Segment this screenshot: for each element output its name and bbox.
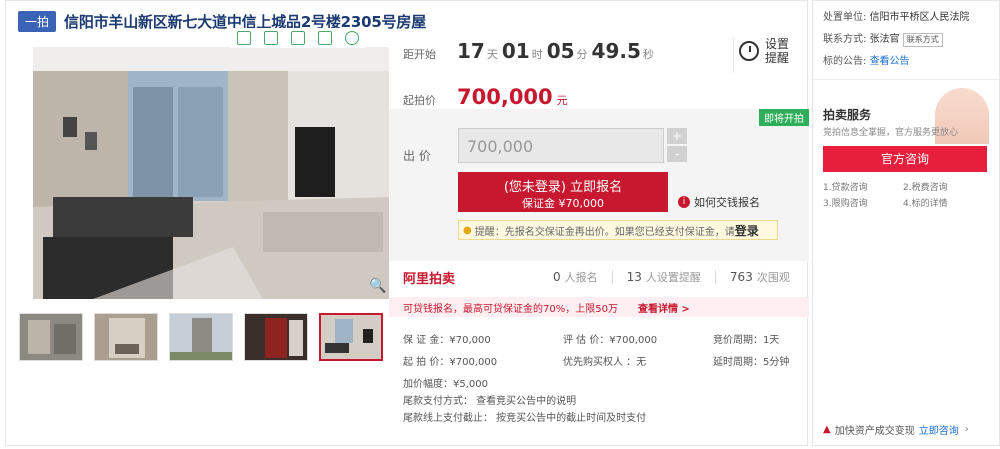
contact-label: 联系方式: xyxy=(823,34,867,45)
thumbnail-item[interactable] xyxy=(169,313,233,361)
ali-auction-logo: 阿里拍卖 xyxy=(403,271,456,287)
increment-info: 加价幅度：¥5,000 xyxy=(403,378,488,390)
divider xyxy=(611,270,613,284)
service-title: 拍卖服务 xyxy=(823,108,872,122)
auction-info: 保 证 金：¥70,000 评 估 价：¥700,000 竞价周期：1天 起 拍… xyxy=(403,327,809,427)
start-price: 起拍价 700,000 元 xyxy=(389,85,568,109)
chevron-right-icon[interactable]: › xyxy=(965,424,969,435)
contact-button[interactable]: 联系方式 xyxy=(902,33,943,47)
notice-link[interactable]: 查看公告 xyxy=(870,56,910,67)
loan-text: 可贷钱报名，最高可贷保证金的70%，上限50万 xyxy=(403,303,618,315)
main-photo[interactable] xyxy=(33,47,389,299)
countdown-minutes: 05 xyxy=(546,39,575,63)
start-price-label: 起拍价 xyxy=(403,94,436,107)
appraisal-info: 评 估 价：¥700,000 xyxy=(563,334,658,346)
unit-label: 处置单位: xyxy=(823,12,867,23)
property-details-link[interactable]: 4.标的详情 xyxy=(903,196,983,212)
reminder-count-label: 人设置提醒 xyxy=(645,271,701,284)
contact-name: 张法官 xyxy=(869,34,900,45)
register-button[interactable]: (您未登录) 立即报名 保证金 ¥70,000 xyxy=(458,172,668,212)
reminder-count: 13 xyxy=(626,270,642,284)
speed-consult-link[interactable]: 立即咨询 xyxy=(919,422,959,437)
set-reminder-button[interactable]: 设置提醒 xyxy=(739,37,793,65)
hours-unit: 时 xyxy=(531,48,543,61)
increase-bid-button[interactable]: + xyxy=(667,128,687,144)
status-badge: 即将开拍 xyxy=(759,109,809,126)
alarm-clock-icon xyxy=(739,41,759,61)
tax-consult-link[interactable]: 2.税费咨询 xyxy=(903,180,983,196)
fullscreen-icon[interactable] xyxy=(263,31,278,45)
start-price-value: 700,000 xyxy=(457,85,553,109)
lightbulb-icon: ● xyxy=(463,224,472,236)
bid-box: 即将开拍 出 价 700,000 + - (您未登录) 立即报名 保证金 ¥70… xyxy=(389,109,809,261)
payment-info: 尾款支付方式： 查看竞买公告中的说明 xyxy=(403,396,577,407)
divider xyxy=(714,270,716,284)
login-tip: ● 提醒：先报名交保证金再出价。如果您已经支付保证金，请 登录 xyxy=(458,220,778,240)
decrease-bid-button[interactable]: - xyxy=(667,146,687,162)
countdown: 距开始 17 天 01 时 05 分 49.5 秒 xyxy=(389,39,658,79)
notice-label: 标的公告: xyxy=(823,56,867,67)
share-icon[interactable] xyxy=(318,31,333,45)
cycle-info: 竞价周期：1天 xyxy=(713,334,780,346)
deposit-label: 保证金 ¥70,000 xyxy=(522,197,604,210)
deposit-info: 保 证 金：¥70,000 xyxy=(403,334,491,346)
thumbnail-item[interactable] xyxy=(94,313,158,361)
bid-panel: 距开始 17 天 01 时 05 分 49.5 秒 设置提醒 起拍价 700,0… xyxy=(389,13,809,447)
howto-label: 如何交钱报名 xyxy=(694,196,760,209)
loan-consult-link[interactable]: 1.贷款咨询 xyxy=(823,180,903,196)
delay-info: 延时周期：5分钟 xyxy=(713,356,790,368)
countdown-label: 距开始 xyxy=(403,48,436,61)
auction-stats: 阿里拍卖 0 人报名 13 人设置提醒 763 次围观 xyxy=(389,263,809,291)
signup-count: 0 xyxy=(553,270,561,284)
bid-amount-input[interactable]: 700,000 xyxy=(458,128,664,163)
seconds-unit: 秒 xyxy=(642,48,654,61)
court-name: 信阳市平桥区人民法院 xyxy=(869,12,970,23)
settings-icon[interactable] xyxy=(345,31,360,45)
speed-sale-banner: ▲ 加快资产成交变现 立即咨询 › xyxy=(823,422,969,437)
info-icon: i xyxy=(678,196,690,208)
countdown-hours: 01 xyxy=(501,39,530,63)
copy-icon[interactable] xyxy=(236,31,251,45)
countdown-days: 17 xyxy=(457,39,485,63)
login-link[interactable]: 登录 xyxy=(735,222,759,239)
thumbnail-item[interactable] xyxy=(244,313,308,361)
service-links: 1.贷款咨询 2.税费咨询 3.限购咨询 4.标的详情 xyxy=(823,180,983,212)
howto-link[interactable]: i 如何交钱报名 xyxy=(678,194,760,210)
bid-label: 出 价 xyxy=(403,149,431,163)
thumbnail-strip xyxy=(19,313,383,361)
service-sidebar: 处置单位: 信阳市平桥区人民法院 联系方式: 张法官 联系方式 标的公告: 查看… xyxy=(812,0,1000,446)
official-consult-button[interactable]: 官方咨询 xyxy=(823,146,987,172)
save-icon[interactable] xyxy=(290,31,305,45)
speed-icon: ▲ xyxy=(823,424,831,435)
view-label: 次围观 xyxy=(756,271,790,284)
signup-label: 人报名 xyxy=(564,271,598,284)
days-unit: 天 xyxy=(486,48,498,61)
minutes-unit: 分 xyxy=(576,48,588,61)
restriction-consult-link[interactable]: 3.限购咨询 xyxy=(823,196,903,212)
tip-text: 提醒：先报名交保证金再出价。如果您已经支付保证金，请 xyxy=(474,226,735,238)
listing-panel: 一拍 信阳市羊山新区新七大道中信上城品2号楼2305号房屋 🔍 距开始 17 天… xyxy=(5,0,809,447)
auction-page: 一拍 信阳市羊山新区新七大道中信上城品2号楼2305号房屋 🔍 距开始 17 天… xyxy=(0,0,1000,449)
start-price-unit: 元 xyxy=(556,94,568,107)
loan-banner: 可贷钱报名，最高可贷保证金的70%，上限50万 查看详情 > xyxy=(389,297,809,317)
speed-text: 加快资产成交变现 xyxy=(834,426,915,437)
divider xyxy=(733,37,734,73)
photo-toolbar xyxy=(230,28,366,48)
view-count: 763 xyxy=(729,270,753,284)
zoom-icon[interactable]: 🔍 xyxy=(369,278,386,294)
auction-service: 拍卖服务 竞拍信息全掌握，官方服务更放心 官方咨询 1.贷款咨询 2.税费咨询 … xyxy=(813,79,999,219)
countdown-seconds: 49.5 xyxy=(591,39,641,63)
court-info: 处置单位: 信阳市平桥区人民法院 联系方式: 张法官 联系方式 标的公告: 查看… xyxy=(813,1,999,79)
priority-info: 优先购买权人 ：无 xyxy=(563,356,647,368)
service-subtitle: 竞拍信息全掌握，官方服务更放心 xyxy=(823,128,959,138)
loan-details-link[interactable]: 查看详情 > xyxy=(638,300,690,315)
thumbnail-item-active[interactable] xyxy=(319,313,383,361)
deadline-info: 尾款线上支付截止： 按竞买公告中的截止时间及时支付 xyxy=(403,413,647,424)
start-price-info: 起 拍 价：¥700,000 xyxy=(403,356,498,368)
register-label: (您未登录) 立即报名 xyxy=(503,180,623,195)
thumbnail-item[interactable] xyxy=(19,313,83,361)
reminder-label: 设置提醒 xyxy=(765,37,790,65)
round-badge: 一拍 xyxy=(18,10,57,32)
